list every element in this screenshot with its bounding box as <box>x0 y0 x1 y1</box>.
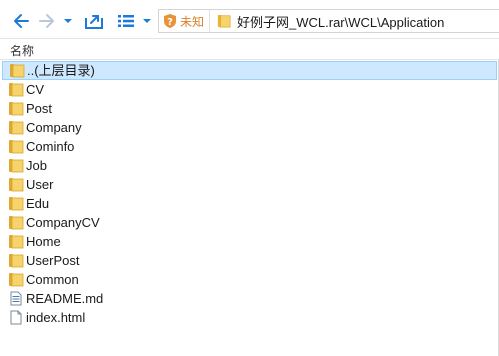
file-row[interactable]: Cominfo <box>0 137 499 156</box>
list-view-icon <box>118 15 134 27</box>
file-name: Job <box>26 158 47 173</box>
security-badge[interactable]: ? 未知 <box>159 10 211 32</box>
folder-icon <box>8 82 24 97</box>
address-path: 好例子网_WCL.rar\WCL\Application <box>237 14 445 30</box>
file-row[interactable]: UserPost <box>0 251 499 270</box>
folder-icon <box>8 139 24 154</box>
file-name: Edu <box>26 196 50 211</box>
file-name: User <box>26 177 54 192</box>
folder-icon <box>8 101 24 116</box>
arrow-left-icon <box>14 14 29 28</box>
column-header: 名称 <box>0 38 499 60</box>
file-row[interactable]: Edu <box>0 194 499 213</box>
file-name: Home <box>26 234 61 249</box>
security-label: 未知 <box>180 14 205 29</box>
column-header-name[interactable]: 名称 <box>10 42 34 59</box>
back-button[interactable] <box>8 9 34 33</box>
file-name: Common <box>26 272 79 287</box>
folder-icon <box>9 63 25 78</box>
folder-icon <box>8 177 24 192</box>
file-row[interactable]: Common <box>0 270 499 289</box>
history-dropdown-button[interactable] <box>60 9 76 33</box>
file-name: CompanyCV <box>26 215 100 230</box>
file-name: index.html <box>26 310 86 325</box>
folder-icon <box>8 120 24 135</box>
file-row[interactable]: Job <box>0 156 499 175</box>
view-mode-button[interactable] <box>112 9 140 33</box>
parent-directory-row[interactable]: ..(上层目录) <box>2 61 497 80</box>
file-row[interactable]: Home <box>0 232 499 251</box>
file-name: ..(上层目录) <box>27 63 95 78</box>
file-row[interactable]: README.md <box>0 289 499 308</box>
folder-icon <box>8 272 24 287</box>
folder-icon <box>8 196 24 211</box>
file-row[interactable]: index.html <box>0 308 499 327</box>
file-browser-window: ? 未知 好例子网_WCL.rar\WCL\Application 名称 ..(… <box>0 0 499 356</box>
chevron-down-icon <box>64 19 72 23</box>
file-row[interactable]: CompanyCV <box>0 213 499 232</box>
markdown-file-icon <box>8 291 24 306</box>
folder-icon <box>8 158 24 173</box>
file-name: Company <box>26 120 82 135</box>
file-name: Post <box>26 101 53 116</box>
svg-text:?: ? <box>167 17 173 28</box>
file-row[interactable]: CV <box>0 80 499 99</box>
file-name: README.md <box>26 291 104 306</box>
file-row[interactable]: Company <box>0 118 499 137</box>
forward-button[interactable] <box>34 9 60 33</box>
file-name: Cominfo <box>26 139 75 154</box>
shield-icon: ? <box>164 14 176 28</box>
file-icon <box>8 310 24 325</box>
folder-icon <box>8 253 24 268</box>
file-name: UserPost <box>26 253 80 268</box>
view-mode-dropdown-button[interactable] <box>140 9 154 33</box>
chevron-down-icon <box>143 19 151 23</box>
arrow-right-icon <box>39 14 54 28</box>
folder-icon <box>217 14 231 28</box>
up-folder-button[interactable] <box>80 9 108 33</box>
address-bar[interactable]: ? 未知 好例子网_WCL.rar\WCL\Application <box>158 9 499 33</box>
file-row[interactable]: Post <box>0 99 499 118</box>
folder-icon <box>8 234 24 249</box>
folder-up-icon <box>85 15 103 29</box>
file-name: CV <box>26 82 45 97</box>
file-row[interactable]: User <box>0 175 499 194</box>
file-list: ..(上层目录) CV Post Company Cominfo Job User Edu Co… <box>0 61 499 327</box>
toolbar: ? 未知 好例子网_WCL.rar\WCL\Application <box>0 0 499 38</box>
folder-icon <box>8 215 24 230</box>
